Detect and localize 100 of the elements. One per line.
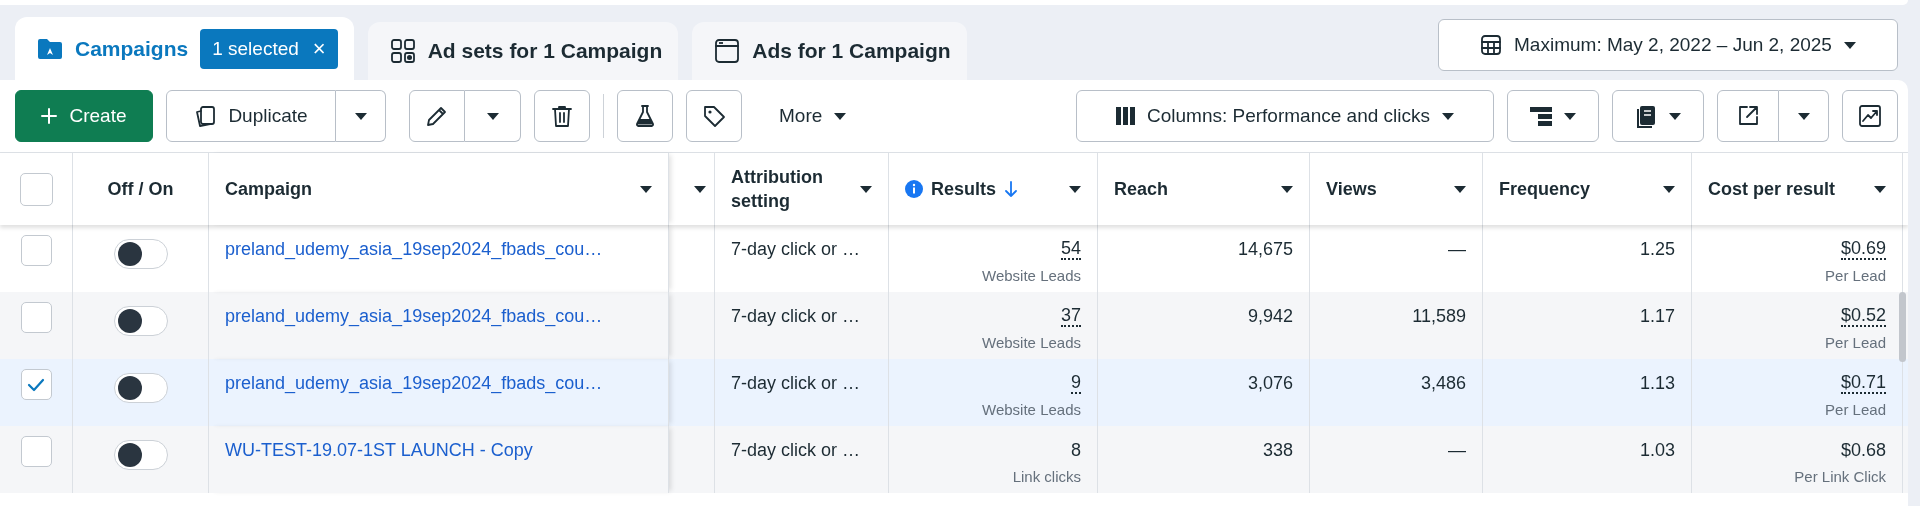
reach-value: 338 [1262,440,1293,461]
test-button[interactable] [617,90,673,142]
calendar-icon [1480,34,1503,56]
attribution-text: 7-day click or … [731,440,862,461]
frequency-value: 1.03 [1639,440,1675,461]
frequency-value: 1.13 [1639,373,1675,394]
caret-icon [1843,41,1856,49]
reports-button[interactable] [1612,90,1704,142]
cost-unit: Per Lead [1825,333,1886,351]
info-icon [905,180,923,198]
columns-icon [1116,107,1135,125]
column-menu-icon [1874,185,1886,193]
reach-value: 14,675 [1237,239,1293,260]
views-value: 11,589 [1412,306,1466,327]
caret-icon [1564,112,1576,120]
selection-badge[interactable]: 1 selected × [200,28,338,69]
breakdown-button[interactable] [1507,90,1599,142]
frequency-value: 1.25 [1639,239,1675,260]
caret-icon [486,112,499,120]
tab[interactable]: Ad sets for 1 Campaign [367,22,679,80]
views-value: — [1448,440,1466,461]
frequency-value: 1.17 [1639,306,1675,327]
checkbox[interactable] [20,302,52,333]
checkbox[interactable] [20,369,52,400]
column-menu-icon [640,185,652,193]
results-value: 9 [1071,373,1081,394]
pencil-icon [425,104,449,128]
reach-value: 9,942 [1247,306,1293,327]
result-type: Website Leads [982,400,1081,418]
column-menu-icon [1281,185,1293,193]
tab[interactable]: Ads for 1 Campaign [692,22,967,80]
views-value: — [1448,239,1466,260]
edit-button[interactable] [409,90,465,142]
checkbox[interactable] [20,436,52,467]
copy-icon [194,105,217,127]
column-menu-icon [1454,185,1466,193]
attribution-text: 7-day click or … [731,239,862,260]
caret-icon [834,112,847,120]
cost-value: $0.68 [1840,440,1886,461]
stacked-bars-icon [1530,106,1552,126]
checkbox[interactable] [20,235,52,266]
views-value: 3,486 [1420,373,1466,394]
column-menu-icon [860,185,872,193]
caret-icon [1442,112,1454,120]
column-title[interactable]: Results [931,178,997,200]
plus-icon [41,108,58,124]
caret-icon [1797,112,1810,120]
caret-icon [354,112,367,120]
trash-icon [550,104,574,128]
delete-button[interactable] [534,90,590,142]
folder-icon [37,36,63,61]
column-title[interactable]: Attribution setting [731,164,851,214]
result-type: Website Leads [982,333,1081,351]
date-range-button[interactable]: Maximum: May 2, 2022 – Jun 2, 2025 [1438,19,1898,71]
trend-chart-icon [1858,104,1882,128]
window-icon [714,38,741,64]
reach-value: 3,076 [1247,373,1293,394]
create-button[interactable]: Create [15,90,153,142]
result-type: Website Leads [982,266,1081,284]
column-title[interactable]: Cost per result [1708,178,1836,200]
grid-icon [389,38,416,64]
results-value: 8 [1071,440,1081,461]
column-title[interactable]: Reach [1114,178,1169,200]
results-value: 54 [1060,239,1081,260]
results-value: 37 [1060,306,1081,327]
column-title[interactable]: Views [1326,178,1377,200]
cost-unit: Per Link Click [1794,468,1886,485]
column-title[interactable]: Frequency [1499,178,1591,200]
scrollbar[interactable] [1899,292,1906,362]
cost-unit: Per Lead [1825,266,1886,284]
toggle-switch[interactable] [113,440,168,470]
checkbox[interactable] [19,172,53,206]
column-menu-icon [1069,185,1081,193]
result-type: Link clicks [1012,468,1081,485]
column-title[interactable]: Campaign [225,178,312,200]
column-menu-icon [1663,185,1675,193]
toggle-switch[interactable] [113,306,168,336]
attribution-text: 7-day click or … [731,306,862,327]
cost-unit: Per Lead [1825,400,1886,418]
toggle-switch[interactable] [113,373,168,403]
cost-value: $0.69 [1840,239,1886,260]
columns-button[interactable]: Columns: Performance and clicks [1076,90,1494,142]
column-title[interactable]: Off / On [107,178,174,200]
campaign-link[interactable]: WU-TEST-19.07-1ST LAUNCH - Copy [225,440,652,461]
duplicate-button[interactable]: Duplicate [166,90,336,142]
export-button[interactable] [1717,90,1779,142]
tag-button[interactable] [686,90,742,142]
campaign-link[interactable]: preland_udemy_asia_19sep2024_fbads_cou… [225,239,652,260]
cost-value: $0.71 [1840,373,1886,394]
tag-icon [702,104,726,128]
toggle-switch[interactable] [113,239,168,269]
sort-down-icon [1004,181,1019,197]
tab[interactable]: Campaigns 1 selected × [15,17,354,80]
attribution-text: 7-day click or … [731,373,862,394]
chart-button[interactable] [1842,90,1898,142]
cost-value: $0.52 [1840,306,1886,327]
campaign-link[interactable]: preland_udemy_asia_19sep2024_fbads_cou… [225,373,652,394]
column-menu-icon [694,185,706,193]
campaign-link[interactable]: preland_udemy_asia_19sep2024_fbads_cou… [225,306,652,327]
close-button[interactable]: × [312,35,326,62]
